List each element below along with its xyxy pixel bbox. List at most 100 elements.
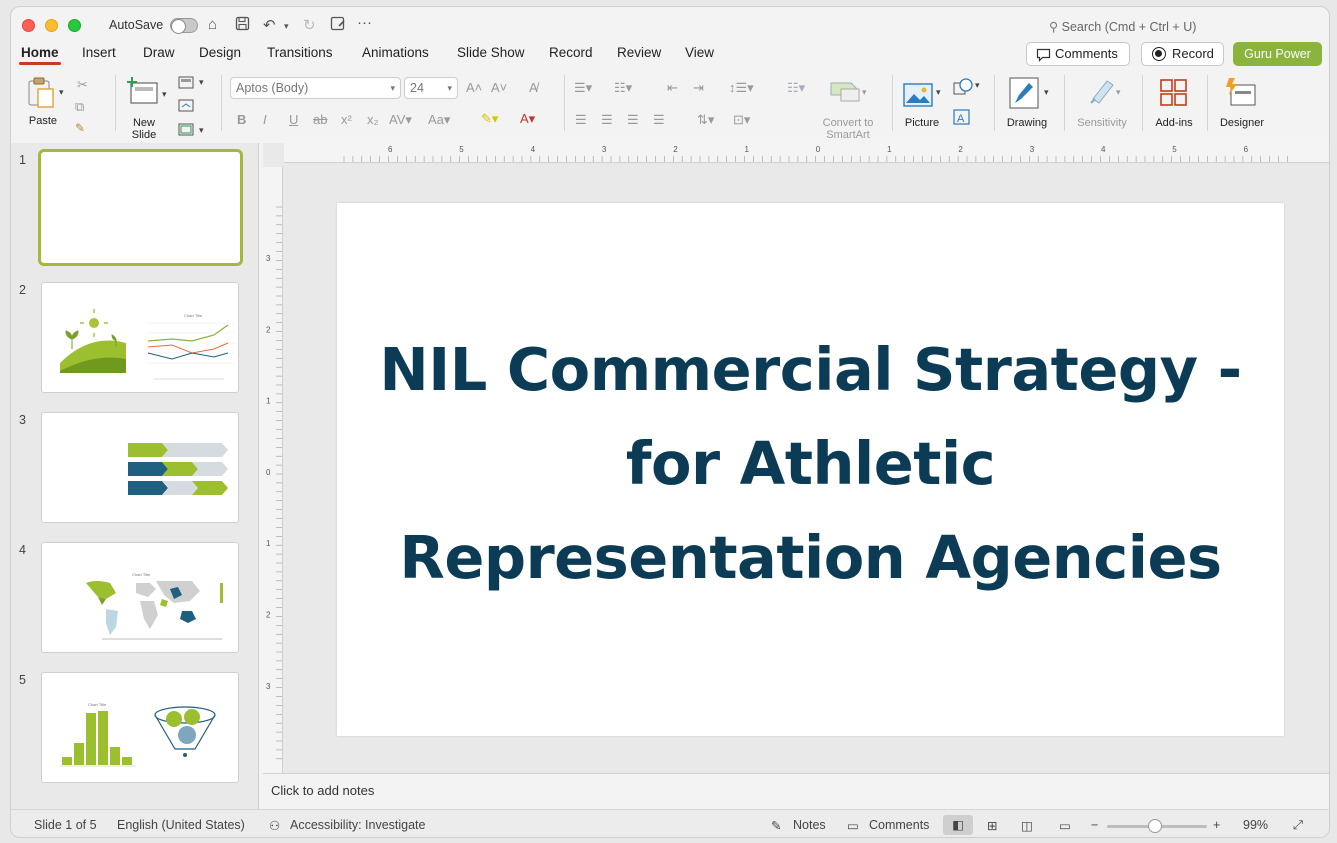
paste-button[interactable]: Paste [23,75,67,131]
notes-icon[interactable]: ✎ [771,818,781,833]
language-indicator[interactable]: English (United States) [117,818,245,832]
slide-title[interactable]: NIL Commercial Strategy - for Athletic R… [367,323,1254,605]
slide-sorter-icon[interactable]: ⊞ [987,818,997,833]
zoom-in-icon[interactable]: + [1213,818,1220,832]
slide-thumbnail-3[interactable] [41,412,239,523]
font-color-icon[interactable]: A▾ [520,111,535,127]
italic-icon[interactable]: I [263,112,267,127]
align-left-icon[interactable]: ☰ [575,112,587,128]
format-painter-icon[interactable]: ✎ [75,121,85,135]
decrease-indent-icon[interactable]: ⇤ [667,80,678,96]
font-size-select[interactable]: 24 ▾ [404,77,458,99]
notes-pane[interactable]: Click to add notes [263,773,1329,809]
tab-review[interactable]: Review [617,45,661,60]
layout-dropdown-icon[interactable]: ▾ [199,77,204,88]
undo-icon[interactable]: ↶ [263,16,276,34]
zoom-out-icon[interactable]: − [1091,818,1098,832]
bold-icon[interactable]: B [237,112,246,127]
tab-home[interactable]: Home [19,45,61,65]
comments-button[interactable]: Comments [1026,42,1130,66]
slide-thumbnail-5[interactable]: Chart Title [41,672,239,783]
shapes-dropdown-icon[interactable]: ▾ [975,80,980,91]
bullets-icon[interactable]: ☰▾ [574,80,592,96]
paste-dropdown-icon[interactable]: ▾ [59,87,64,98]
designer-button[interactable]: Designer [1216,75,1268,137]
convert-smartart-button[interactable]: Convert to SmartArt [817,75,879,141]
home-icon[interactable]: ⌂ [208,16,217,33]
addins-button[interactable]: Add-ins [1151,75,1197,137]
drawing-dropdown-icon[interactable]: ▾ [1044,87,1049,98]
clear-format-icon[interactable]: A̸ [529,80,538,95]
new-slide-dropdown-icon[interactable]: ▾ [162,89,167,100]
slide-thumbnail-1[interactable] [38,149,243,266]
normal-view-icon[interactable]: ◧ [943,815,973,835]
undo-dropdown-icon[interactable]: ▾ [284,21,289,32]
subscript-icon[interactable]: x₂ [367,112,379,127]
accessibility-status[interactable]: Accessibility: Investigate [290,818,425,832]
redo-icon[interactable]: ↻ [303,16,316,34]
change-case-icon[interactable]: Aa▾ [428,112,450,128]
fit-to-window-icon[interactable]: ⤢ [1293,818,1303,833]
tab-record[interactable]: Record [549,45,593,60]
columns-icon[interactable]: ☷▾ [787,80,805,96]
tab-slide-show[interactable]: Slide Show [457,45,525,60]
comments-toggle[interactable]: Comments [869,818,929,832]
tab-animations[interactable]: Animations [362,45,429,60]
tab-transitions[interactable]: Transitions [267,45,333,60]
text-box-icon[interactable]: A [953,109,971,128]
zoom-slider-thumb[interactable] [1148,819,1162,833]
tab-insert[interactable]: Insert [82,45,116,60]
numbering-icon[interactable]: ☷▾ [614,80,632,96]
shapes-icon[interactable] [953,78,973,99]
slideshow-icon[interactable]: ▭ [1059,818,1071,833]
align-text-icon[interactable]: ⊡▾ [733,112,750,128]
search-box[interactable]: ⚲ Search (Cmd + Ctrl + U) [1049,19,1196,34]
font-name-select[interactable]: Aptos (Body) ▾ [230,77,401,99]
accessibility-icon[interactable]: ⚇ [269,818,280,833]
zoom-level[interactable]: 99% [1243,818,1268,832]
sensitivity-dropdown-icon[interactable]: ▾ [1116,87,1121,98]
smartart-dropdown-icon[interactable]: ▾ [862,87,867,98]
save-icon[interactable] [235,16,250,35]
record-button[interactable]: Record [1141,42,1224,66]
tab-design[interactable]: Design [199,45,241,60]
underline-icon[interactable]: U [289,112,298,127]
more-icon[interactable]: ··· [357,14,372,31]
autosave-toggle[interactable] [170,18,198,34]
picture-dropdown-icon[interactable]: ▾ [936,87,941,98]
align-right-icon[interactable]: ☰ [627,112,639,128]
section-icon[interactable] [178,123,194,139]
new-slide-button[interactable]: New Slide [125,75,169,141]
copy-icon[interactable]: ⧉ [75,99,84,115]
text-direction-icon[interactable]: ⇅▾ [697,112,714,128]
line-spacing-icon[interactable]: ↕☰▾ [729,80,754,96]
close-window-button[interactable] [22,19,35,32]
customize-icon[interactable] [330,16,346,35]
decrease-font-icon[interactable]: A˅ [491,80,507,95]
increase-indent-icon[interactable]: ⇥ [693,80,704,96]
sensitivity-button[interactable]: Sensitivity [1071,75,1133,137]
superscript-icon[interactable]: x² [341,112,352,127]
align-center-icon[interactable]: ☰ [601,112,613,128]
comment-icon[interactable]: ▭ [847,818,859,833]
cut-icon[interactable]: ✂ [77,77,88,93]
reading-view-icon[interactable]: ◫ [1021,818,1033,833]
reset-icon[interactable] [178,99,194,115]
zoom-window-button[interactable] [68,19,81,32]
slide-canvas[interactable]: NIL Commercial Strategy - for Athletic R… [337,203,1284,736]
justify-icon[interactable]: ☰ [653,112,665,128]
strikethrough-icon[interactable]: ab [313,112,327,127]
highlight-icon[interactable]: ✎▾ [481,111,498,127]
character-spacing-icon[interactable]: AV▾ [389,112,412,128]
layout-icon[interactable] [178,76,194,92]
minimize-window-button[interactable] [45,19,58,32]
guru-power-button[interactable]: Guru Power [1233,42,1322,66]
section-dropdown-icon[interactable]: ▾ [199,125,204,136]
notes-toggle[interactable]: Notes [793,818,826,832]
tab-view[interactable]: View [685,45,714,60]
picture-button[interactable]: Picture [900,75,944,137]
slide-thumbnail-2[interactable]: Chart Title [41,282,239,393]
tab-draw[interactable]: Draw [143,45,175,60]
increase-font-icon[interactable]: A˄ [466,80,482,95]
drawing-button[interactable]: Drawing [1004,75,1052,137]
